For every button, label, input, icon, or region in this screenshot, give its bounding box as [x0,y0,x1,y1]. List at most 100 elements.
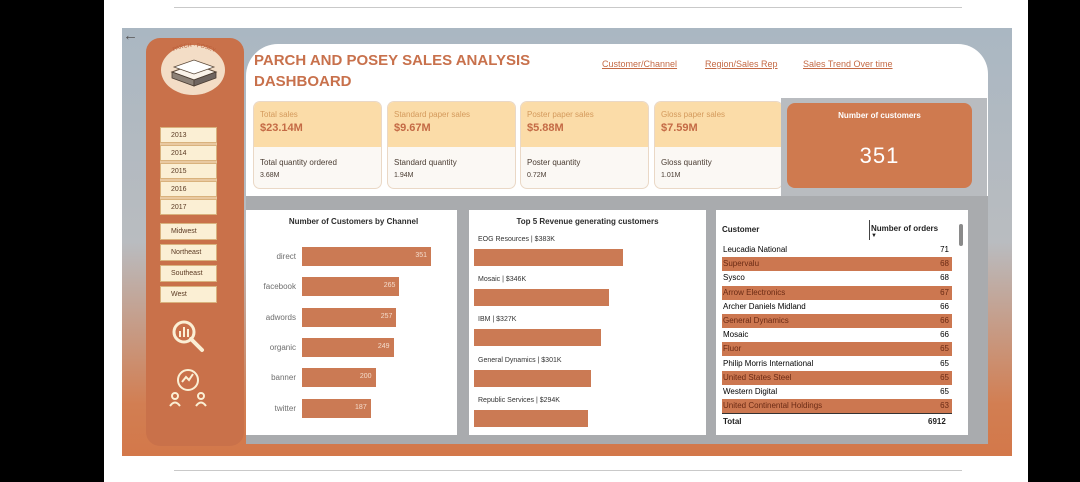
kpi-card-header: Total sales $23.14M [254,102,381,147]
kpi-value: $9.67M [394,122,431,134]
region-filter-midwest[interactable]: Midwest [160,223,217,240]
channel-label: direct [276,252,296,261]
table-total-label: Total [723,417,742,426]
revenue-bar[interactable] [474,289,609,307]
kpi-label: Standard paper sales [394,110,471,119]
back-arrow-icon[interactable]: ← [123,28,138,43]
year-filter-2017[interactable]: 2017 [160,199,217,215]
order-count: 65 [940,344,949,354]
kpi-card: Standard paper sales $9.67M Standard quant… [388,102,515,188]
table-row[interactable]: Mosaic 66 [722,328,952,342]
region-filter-southeast[interactable]: Southeast [160,265,217,282]
customer-name: Arrow Electronics [723,287,786,297]
kpi-sub: Total quantity ordered 3.68M [254,147,381,182]
kpi-card: Poster paper sales $5.88M Poster quantity 0… [521,102,648,188]
order-count: 71 [940,245,949,254]
sheet-top-edge [174,0,962,8]
kpi-card-header: Gloss paper sales $7.59M [655,102,782,147]
channel-bar-value: 249 [377,342,390,350]
channel-bar-value: 265 [383,282,396,290]
revenue-label: IBM | $327K [478,316,517,324]
region-filter-northeast[interactable]: Northeast [160,244,217,261]
customer-name: General Dynamics [723,316,789,325]
kpi-sub-label: Gloss quantity [661,158,712,167]
search-chart-icon[interactable] [170,318,206,354]
region-filter-west[interactable]: West [160,286,217,303]
table-header-orders[interactable]: Number of orders [871,224,938,233]
customer-name: Sysco [723,273,745,283]
revenue-bar[interactable] [474,409,589,427]
revenue-bar[interactable] [474,249,623,266]
table-total-value: 6912 [928,417,946,426]
kpi-sub-value: 1.94M [394,172,414,179]
kpi-sub-value: 3.68M [260,172,280,179]
order-count: 65 [940,358,949,368]
table-row[interactable]: Fluor 65 [722,342,952,357]
customer-name: United States Steel [723,372,792,382]
table-row[interactable]: United States Steel 65 [722,370,952,385]
kpi-sub-label: Standard quantity [394,158,457,167]
customer-name: Mosaic [723,330,749,340]
kpi-sub: Poster quantity 0.72M [521,147,648,182]
panel-divider [246,196,988,210]
year-filter-2016[interactable]: 2016 [160,181,217,197]
channel-label: adwords [265,312,296,322]
revenue-label: Republic Services | $294K [478,396,560,404]
nav-link-sales-trend[interactable]: Sales Trend Over time [803,59,893,69]
kpi-sub-label: Poster quantity [527,158,581,167]
order-count: 63 [940,401,949,411]
order-count: 66 [940,330,949,340]
year-filter-2014[interactable]: 2014 [160,145,217,161]
revenue-bar[interactable] [474,369,592,387]
customers-card-value: 351 [859,143,900,168]
kpi-label: Total sales [260,110,298,119]
kpi-sub-value: 1.01M [661,172,681,179]
channel-label: twitter [274,403,296,413]
page-title: PARCH AND POSEY SALES ANALYSIS DASHBOARD [254,52,531,90]
kpi-value: $5.88M [527,122,564,134]
order-count: 65 [940,387,949,396]
table-header-customer[interactable]: Customer [722,225,759,234]
order-count: 66 [940,301,949,311]
nav-link-region-sales-rep[interactable]: Region/Sales Rep [705,59,778,69]
channel-label: facebook [263,282,296,292]
customer-name: Archer Daniels Midland [723,301,806,311]
channel-label: organic [269,342,296,352]
revenue-bar[interactable] [474,329,602,347]
customer-name: Fluor [723,344,742,354]
order-count: 68 [940,259,949,269]
kpi-sub: Standard quantity 1.94M [388,147,515,182]
kpi-card: Total sales $23.14M Total quantity ordered… [254,102,381,188]
kpi-card-header: Standard paper sales $9.67M [388,102,515,147]
customer-name: Philip Morris International [723,358,814,368]
panel-divider [706,210,716,444]
sort-desc-icon[interactable]: ▼ [871,233,877,239]
table-row[interactable]: Western Digital 65 [722,385,952,399]
table-row[interactable]: Philip Morris International 65 [722,357,952,371]
panel-divider [457,210,469,444]
table-row[interactable]: General Dynamics 66 [722,314,952,328]
kpi-label: Gloss paper sales [661,110,726,119]
customer-name: Western Digital [723,387,778,396]
customers-card: Number of customers 351 [787,103,972,188]
team-meeting-icon[interactable] [166,366,210,410]
nav-link-customer-channel[interactable]: Customer/Channel [602,59,677,69]
table-row[interactable]: Leucadia National 71 [722,243,952,257]
table-row[interactable]: Supervalu 68 [722,257,952,272]
revenue-label: General Dynamics | $301K [478,356,562,364]
customer-name: Leucadia National [723,245,788,254]
revenue-label: Mosaic | $346K [478,276,527,284]
table-scrollbar[interactable] [959,224,963,246]
table-row[interactable]: Archer Daniels Midland 66 [722,300,952,314]
table-row[interactable]: Arrow Electronics 67 [722,285,952,300]
kpi-value: $23.14M [260,122,303,134]
order-count: 66 [940,316,949,325]
table-row[interactable]: United Continental Holdings 63 [722,399,952,414]
table-row[interactable]: Sysco 68 [722,271,952,285]
revenue-chart-title: Top 5 Revenue generating customers [516,217,659,226]
kpi-sub-value: 0.72M [527,172,547,179]
year-filter-2015[interactable]: 2015 [160,163,217,179]
channel-bar-value: 257 [380,312,393,320]
year-filter-2013[interactable]: 2013 [160,127,217,143]
customer-name: Supervalu [723,259,760,269]
